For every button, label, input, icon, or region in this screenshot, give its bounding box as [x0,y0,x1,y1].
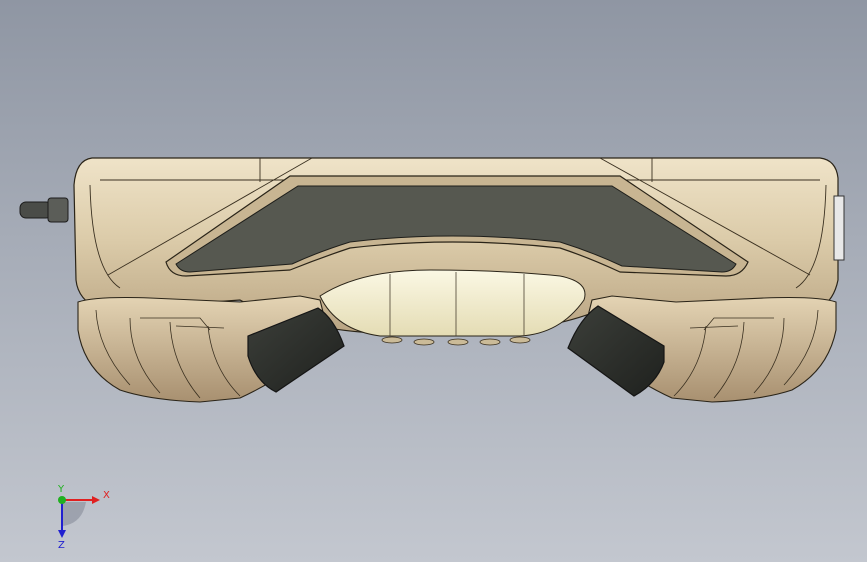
3d-model-teach-pendant[interactable] [0,0,867,562]
y-axis-label: Y [57,484,65,495]
x-axis-label: X [103,490,110,501]
side-port [833,195,845,261]
x-axis-arrow [92,496,100,504]
triad-shadow [62,502,86,526]
y-axis-dot [58,496,66,504]
cable-connector [19,197,69,223]
z-axis-label: Z [58,540,65,550]
graphics-viewport[interactable]: X Y Z [0,0,867,562]
bottom-keys[interactable] [381,336,531,346]
status-light-panel [319,269,586,337]
z-axis-arrow [58,530,66,538]
coordinate-triad: X Y Z [57,484,110,550]
